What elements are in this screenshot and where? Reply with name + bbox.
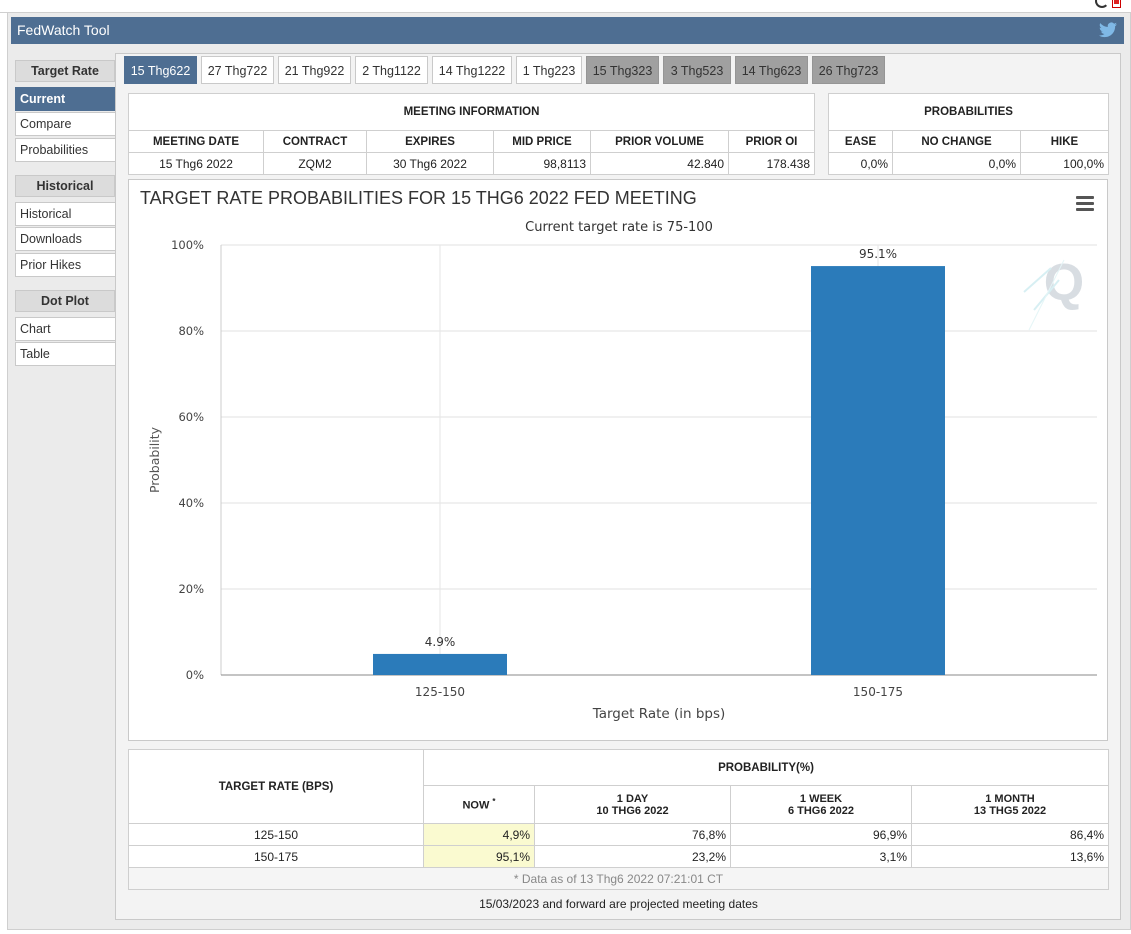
tab-meeting[interactable]: 21 Thg922 xyxy=(278,56,351,84)
watermark-logo: Q xyxy=(1023,254,1084,331)
column-header: EASE xyxy=(828,130,893,153)
title-bar: FedWatch Tool xyxy=(11,17,1124,44)
expires-value: 30 Thg6 2022 xyxy=(366,152,494,175)
bar xyxy=(811,266,945,675)
contract-value: ZQM2 xyxy=(263,152,367,175)
y-tick-label: 60% xyxy=(178,410,204,424)
y-tick-label: 0% xyxy=(186,668,204,682)
one-month-header: 1 MONTH 13 THG5 2022 xyxy=(911,785,1109,824)
tab-meeting[interactable]: 15 Thg622 xyxy=(124,56,197,84)
sidebar-item-chart[interactable]: Chart xyxy=(15,317,117,341)
watermark-text: Q xyxy=(1044,254,1084,312)
hamburger-menu-icon[interactable] xyxy=(1076,196,1094,211)
now-cell: 4,9% xyxy=(423,823,535,846)
tab-meeting[interactable]: 2 Thg1122 xyxy=(355,56,428,84)
tab-meeting-projected[interactable]: 3 Thg523 xyxy=(663,56,731,84)
meeting-date-value: 15 Thg6 2022 xyxy=(128,152,264,175)
hike-value: 100,0% xyxy=(1020,152,1109,175)
sidebar-heading-historical: Historical xyxy=(15,175,115,197)
table-row: 150-175 95,1% 23,2% 3,1% 13,6% xyxy=(128,845,1109,868)
x-tick-label: 150-175 xyxy=(853,685,903,699)
y-tick-label: 20% xyxy=(178,582,204,596)
document-icon[interactable] xyxy=(1112,0,1121,8)
tab-meeting[interactable]: 1 Thg223 xyxy=(516,56,582,84)
tab-meeting[interactable]: 27 Thg722 xyxy=(201,56,274,84)
prior-oi-value: 178.438 xyxy=(728,152,815,175)
bar xyxy=(373,653,507,675)
y-tick-label: 80% xyxy=(178,324,204,338)
y-tick-label: 40% xyxy=(178,496,204,510)
ease-value: 0,0% xyxy=(828,152,893,175)
probabilities-heading: PROBABILITIES xyxy=(828,93,1109,131)
now-header: NOW * xyxy=(423,785,535,824)
sidebar-item-current[interactable]: Current xyxy=(15,87,117,111)
column-header: NO CHANGE xyxy=(892,130,1021,153)
now-cell: 95,1% xyxy=(423,845,535,868)
probabilities-table: PROBABILITIES EASE NO CHANGE HIKE 0,0% 0… xyxy=(828,93,1109,175)
column-header: PRIOR OI xyxy=(728,130,815,153)
x-tick-label: 125-150 xyxy=(415,685,465,699)
column-header: PRIOR VOLUME xyxy=(590,130,729,153)
tab-meeting[interactable]: 14 Thg1222 xyxy=(432,56,512,84)
probability-chart: TARGET RATE PROBABILITIES FOR 15 THG6 20… xyxy=(128,179,1108,741)
one-week-cell: 96,9% xyxy=(730,823,912,846)
one-day-cell: 76,8% xyxy=(534,823,731,846)
column-header: CONTRACT xyxy=(263,130,367,153)
table-row: 125-150 4,9% 76,8% 96,9% 86,4% xyxy=(128,823,1109,846)
sidebar-item-probabilities[interactable]: Probabilities xyxy=(15,138,117,162)
chart-title: TARGET RATE PROBABILITIES FOR 15 THG6 20… xyxy=(140,188,697,208)
no-change-value: 0,0% xyxy=(892,152,1021,175)
meeting-info-heading: MEETING INFORMATION xyxy=(128,93,815,131)
target-rate-cell: 150-175 xyxy=(128,845,424,868)
y-axis-label: Probability xyxy=(147,426,162,493)
chart-subtitle: Current target rate is 75-100 xyxy=(525,220,713,235)
one-week-cell: 3,1% xyxy=(730,845,912,868)
bar-data-label: 95.1% xyxy=(859,247,897,261)
one-month-cell: 86,4% xyxy=(911,823,1109,846)
meeting-information-table: MEETING INFORMATION MEETING DATE CONTRAC… xyxy=(128,93,815,175)
one-week-header: 1 WEEK 6 THG6 2022 xyxy=(730,785,912,824)
prior-volume-value: 42.840 xyxy=(590,152,729,175)
y-tick-label: 100% xyxy=(171,238,204,252)
mid-price-value: 98,8113 xyxy=(493,152,591,175)
column-header: MEETING DATE xyxy=(128,130,264,153)
tab-meeting-projected[interactable]: 15 Thg323 xyxy=(586,56,659,84)
sidebar-item-historical[interactable]: Historical xyxy=(15,202,117,226)
sidebar-item-prior-hikes[interactable]: Prior Hikes xyxy=(15,253,117,277)
app-title: FedWatch Tool xyxy=(17,22,110,38)
sidebar-item-table[interactable]: Table xyxy=(15,342,117,366)
target-rate-header: TARGET RATE (BPS) xyxy=(128,749,424,824)
x-axis-label: Target Rate (in bps) xyxy=(592,706,726,722)
sidebar-item-downloads[interactable]: Downloads xyxy=(15,227,117,251)
sidebar-heading-dot-plot: Dot Plot xyxy=(15,290,115,312)
column-header: EXPIRES xyxy=(366,130,494,153)
one-day-header: 1 DAY 10 THG6 2022 xyxy=(534,785,731,824)
data-footnote: * Data as of 13 Thg6 2022 07:21:01 CT xyxy=(128,867,1109,890)
bar-data-label: 4.9% xyxy=(425,635,456,649)
plot-area: 0% 20% 40% 60% 80% 100% 4.9% 125-150 95.1% 150-17… xyxy=(171,238,1097,699)
tab-meeting-projected[interactable]: 14 Thg623 xyxy=(735,56,808,84)
probability-header: PROBABILITY(%) xyxy=(423,749,1109,786)
sidebar-item-compare[interactable]: Compare xyxy=(15,112,117,136)
refresh-icon[interactable] xyxy=(1095,0,1109,8)
one-month-cell: 13,6% xyxy=(911,845,1109,868)
column-header: HIKE xyxy=(1020,130,1109,153)
sidebar-heading-target-rate: Target Rate xyxy=(15,60,115,82)
projected-dates-note: 15/03/2023 and forward are projected mee… xyxy=(479,897,758,911)
target-rate-cell: 125-150 xyxy=(128,823,424,846)
tab-meeting-projected[interactable]: 26 Thg723 xyxy=(812,56,885,84)
column-header: MID PRICE xyxy=(493,130,591,153)
twitter-icon[interactable] xyxy=(1099,22,1117,38)
probability-history-table: TARGET RATE (BPS) PROBABILITY(%) NOW * 1… xyxy=(128,749,1109,890)
one-day-cell: 23,2% xyxy=(534,845,731,868)
chart-canvas: TARGET RATE PROBABILITIES FOR 15 THG6 20… xyxy=(140,188,1097,722)
